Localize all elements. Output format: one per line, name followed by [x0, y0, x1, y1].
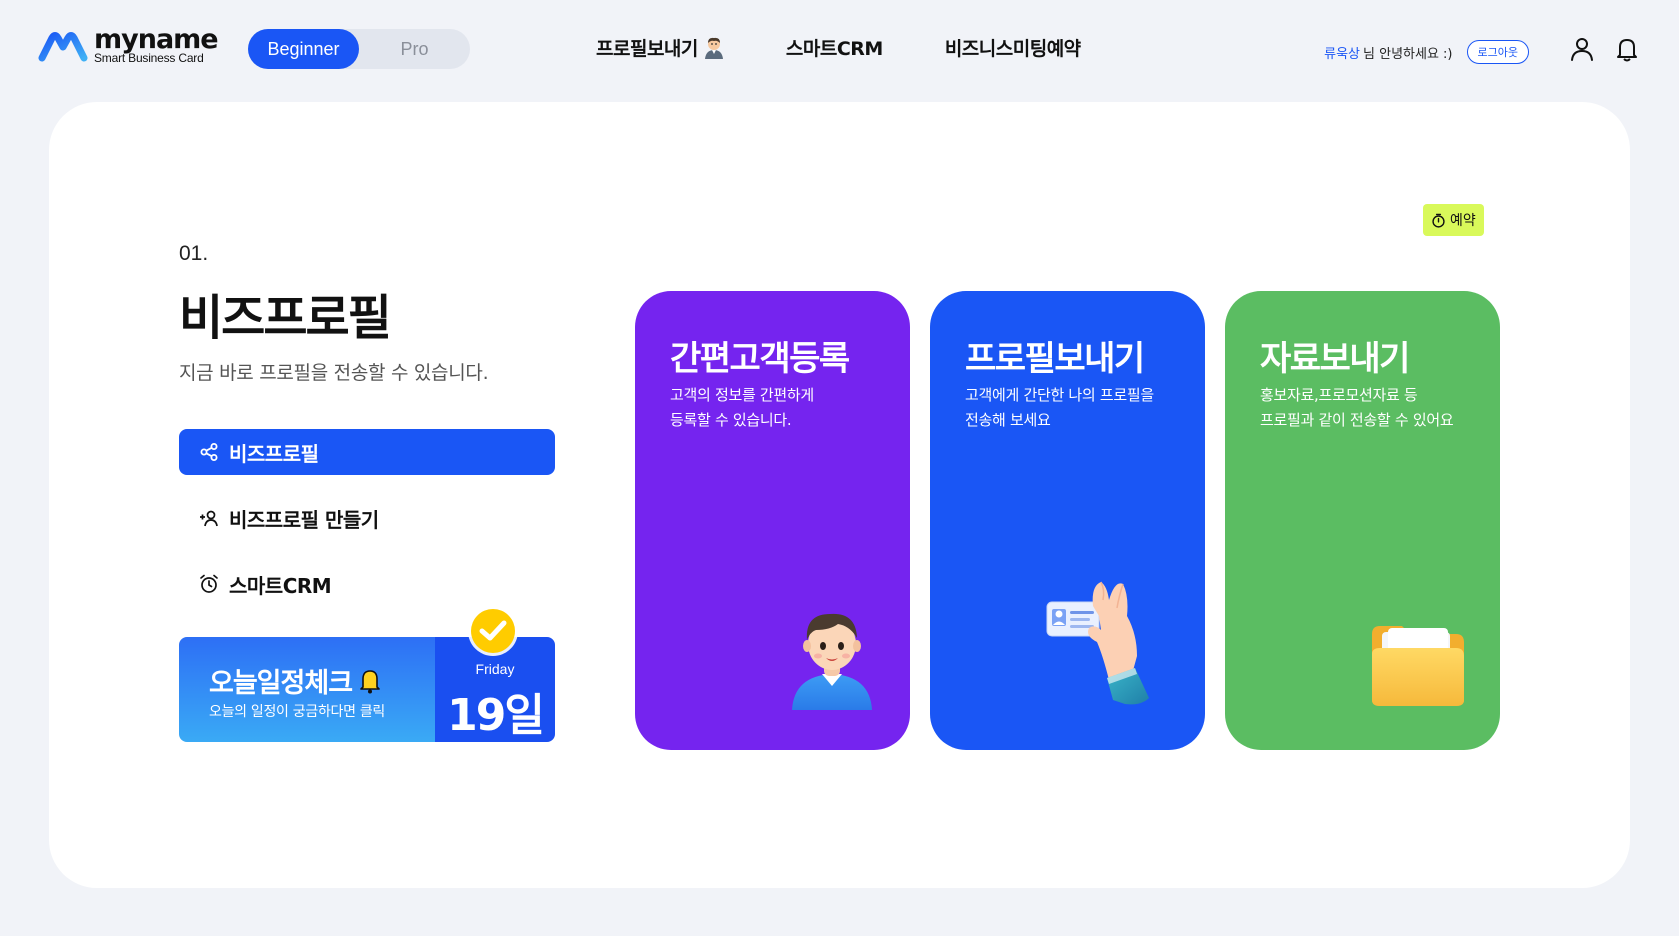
section-title: 비즈프로필 [179, 290, 392, 346]
add-user-icon [200, 510, 218, 527]
bell-icon[interactable] [1614, 36, 1640, 62]
card-title: 자료보내기 [1260, 339, 1410, 379]
nav-item-smart-crm[interactable]: 스마트CRM [786, 34, 883, 61]
hand-card-icon [1046, 581, 1149, 705]
beginner-mode-button[interactable]: Beginner [248, 29, 359, 69]
alarm-clock-icon [200, 574, 218, 593]
reserve-label: 예약 [1450, 213, 1476, 229]
main-panel: 01. 비즈프로필 지금 바로 프로필을 전송할 수 있습니다. 비즈프로필 비… [49, 102, 1630, 888]
person-emoji-icon [704, 37, 723, 59]
today-subtitle: 오늘의 일정이 궁금하다면 클릭 [209, 704, 385, 720]
user-icon[interactable] [1569, 36, 1595, 62]
logo-mark-icon [38, 32, 88, 62]
share-icon [200, 443, 218, 461]
logo-name: myname [94, 24, 219, 55]
section-number: 01. [179, 242, 209, 265]
user-greeting: 님 안녕하세요 :) [1363, 46, 1453, 62]
user-name: 류욱상 [1324, 46, 1361, 62]
nav-item-label: 비즈니스미팅예약 [944, 38, 1081, 60]
today-schedule-info: 오늘일정체크 오늘의 일정이 궁금하다면 클릭 [179, 637, 435, 742]
check-icon [468, 606, 518, 656]
pro-mode-button[interactable]: Pro [359, 29, 470, 69]
reserve-tag[interactable]: 예약 [1423, 204, 1484, 236]
card-send-profile[interactable]: 프로필보내기 고객에게 간단한 나의 프로필을 전송해 보세요 [930, 291, 1205, 750]
user-area: 류욱상 님 안녕하세요 :) 로그아웃 [1324, 40, 1529, 64]
today-title-text: 오늘일정체크 [209, 668, 353, 699]
nav-item-label: 스마트CRM [785, 38, 883, 60]
card-description: 홍보자료,프로모션자료 등 프로필과 같이 전송할 수 있어요 [1260, 386, 1454, 429]
timer-icon [1432, 213, 1445, 228]
menu-item-label: 비즈프로필 만들기 [229, 507, 379, 532]
menu-item-smart-crm[interactable]: 스마트CRM [179, 561, 555, 607]
nav-item-meeting-reservation[interactable]: 비즈니스미팅예약 [945, 34, 1081, 61]
folder-icon [1372, 626, 1464, 706]
menu-item-label: 비즈프로필 [229, 441, 319, 466]
card-description: 고객에게 간단한 나의 프로필을 전송해 보세요 [965, 386, 1154, 429]
section-description: 지금 바로 프로필을 전송할 수 있습니다. [179, 362, 489, 384]
card-description: 고객의 정보를 간편하게 등록할 수 있습니다. [670, 386, 814, 429]
mode-toggle: Beginner Pro [248, 29, 470, 69]
today-date: 19일 [447, 690, 545, 741]
logout-button[interactable]: 로그아웃 [1466, 40, 1529, 64]
menu-item-label: 스마트CRM [229, 573, 332, 598]
person-avatar-icon [792, 613, 872, 710]
card-quick-customer-register[interactable]: 간편고객등록 고객의 정보를 간편하게 등록할 수 있습니다. [635, 291, 910, 750]
menu-item-biz-profile[interactable]: 비즈프로필 [179, 429, 555, 475]
logo[interactable]: myname Smart Business Card [38, 26, 219, 65]
logo-subtitle: Smart Business Card [94, 51, 204, 65]
today-schedule-card[interactable]: 오늘일정체크 오늘의 일정이 궁금하다면 클릭 Friday 19일 [179, 606, 555, 742]
main-nav: 프로필보내기 스마트CRM 비즈니스미팅예약 [596, 34, 1143, 61]
card-title: 간편고객등록 [670, 339, 850, 379]
today-weekday: Friday [475, 661, 515, 677]
card-title: 프로필보내기 [965, 339, 1145, 379]
bell-icon [360, 669, 380, 693]
menu-item-make-biz-profile[interactable]: 비즈프로필 만들기 [179, 495, 555, 541]
today-title: 오늘일정체크 [209, 661, 382, 700]
nav-item-profile-send[interactable]: 프로필보내기 [596, 34, 724, 61]
card-send-materials[interactable]: 자료보내기 홍보자료,프로모션자료 등 프로필과 같이 전송할 수 있어요 [1225, 291, 1500, 750]
nav-item-label: 프로필보내기 [596, 38, 698, 60]
header: myname Smart Business Card Beginner Pro … [0, 0, 1679, 96]
